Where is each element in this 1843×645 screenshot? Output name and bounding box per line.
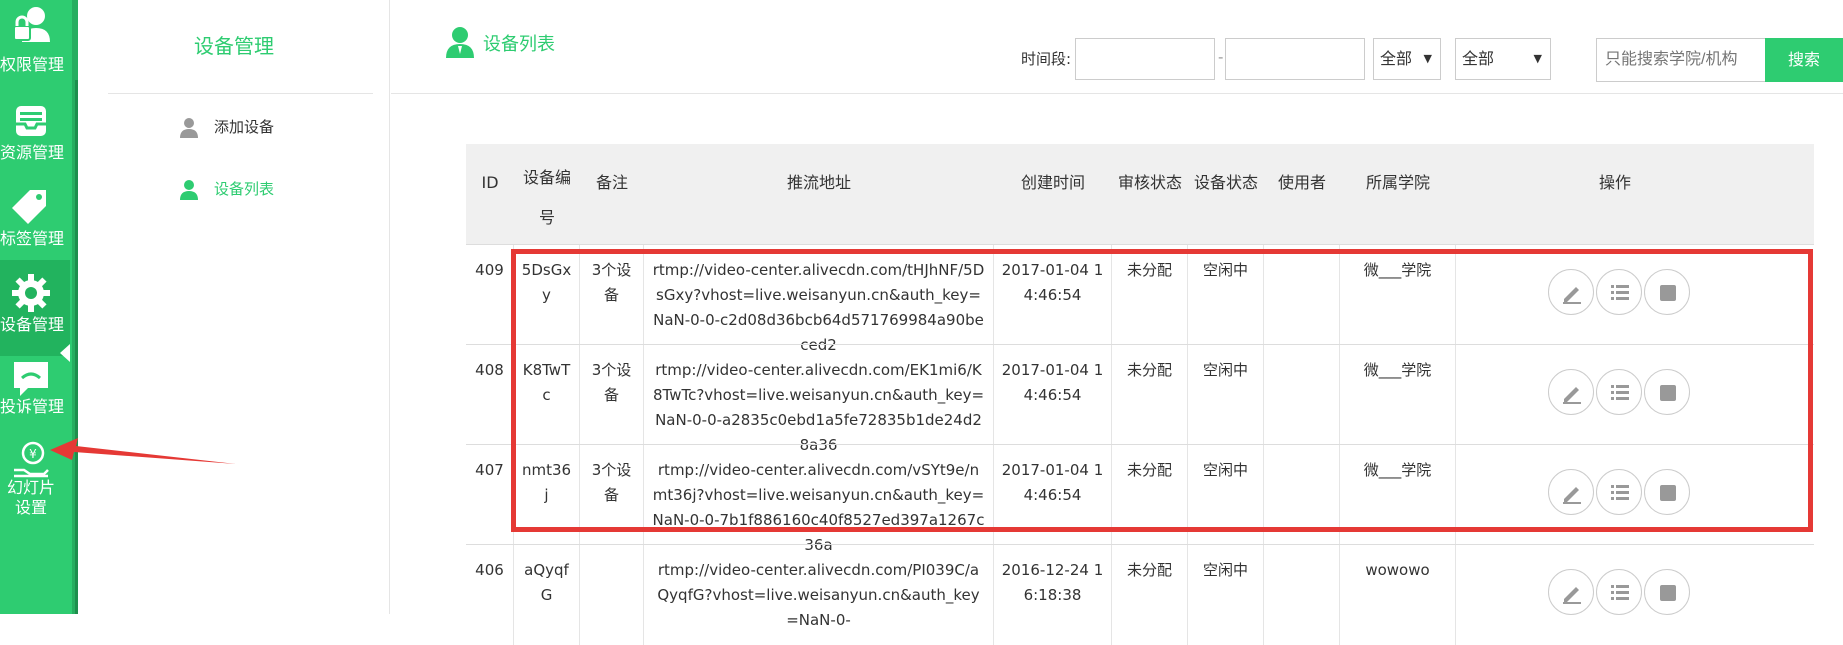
chevron-down-icon: ▼: [1533, 52, 1542, 65]
select-value: 全部: [1462, 49, 1495, 68]
edit-button[interactable]: [1548, 569, 1594, 615]
top-bar: 设备列表 时间段: - 全部 ▼ 全部 ▼ 搜索: [391, 0, 1843, 94]
chat-icon: [14, 362, 48, 396]
col-header-note: 备注: [595, 173, 628, 192]
col-header-actions: 操作: [1598, 173, 1631, 192]
col-header-college: 所属学院: [1365, 173, 1430, 192]
stop-icon: [1660, 585, 1676, 601]
nav-item-devices[interactable]: 设备管理: [0, 260, 70, 356]
user-icon: [446, 27, 474, 58]
cell-note: [580, 545, 644, 645]
select-value: 全部: [1380, 49, 1413, 68]
divider: [108, 93, 373, 94]
audit-status-select[interactable]: 全部 ▼: [1373, 38, 1441, 80]
cell-url: rtmp://video-center.alivecdn.com/PI039C/…: [644, 545, 994, 645]
nav-label: 权限管理: [0, 55, 65, 74]
gear-icon: [12, 274, 50, 312]
list-button[interactable]: [1596, 569, 1642, 615]
annotation-highlight-box: [511, 249, 1813, 532]
cell-audit: 未分配: [1112, 545, 1188, 645]
edit-icon: [1563, 587, 1581, 604]
sub-sidebar: 设备管理 添加设备 设备列表: [78, 0, 390, 614]
page-title-text: 设备列表: [483, 34, 555, 55]
user-lock-icon: [13, 7, 50, 42]
nav-label: 资源管理: [0, 143, 65, 162]
col-header-status: 设备状态: [1193, 173, 1258, 192]
cell-id: 408: [466, 345, 514, 445]
date-to-input[interactable]: [1225, 38, 1365, 80]
stop-button[interactable]: [1644, 569, 1690, 615]
col-header-id: ID: [481, 173, 499, 192]
nav-item-permission[interactable]: 权限管理: [0, 0, 70, 86]
cell-actions: [1456, 545, 1774, 645]
cell-status: 空闲中: [1188, 545, 1264, 645]
search-button[interactable]: 搜索: [1765, 38, 1843, 82]
inbox-icon: [16, 106, 46, 136]
user-icon: [180, 180, 198, 200]
sub-nav-label: 设备列表: [214, 180, 275, 198]
main-sidebar: 权限管理 资源管理 标签管理 设备管理 投诉管理 ¥ 幻灯片设置: [0, 0, 78, 614]
nav-item-complaints[interactable]: 投诉管理: [0, 346, 70, 442]
col-header-code: 设备编号: [522, 168, 571, 227]
cell-id: 409: [466, 245, 514, 345]
nav-label: 投诉管理: [0, 397, 65, 416]
table-header: ID 设备编号 备注 推流地址 创建时间 审核状态 设备状态 使用者 所属学院 …: [466, 144, 1814, 244]
cell-code: aQyqfG: [514, 545, 580, 645]
cell-user: [1264, 545, 1340, 645]
list-icon: [1611, 585, 1629, 600]
col-header-created: 创建时间: [1020, 173, 1085, 192]
cell-created: 2016-12-24 16:18:38: [994, 545, 1112, 645]
yen-hand-icon: ¥: [14, 441, 49, 478]
sub-nav-title: 设备管理: [194, 34, 274, 58]
table-row: 406 aQyqfG rtmp://video-center.alivecdn.…: [466, 544, 1814, 645]
col-header-url: 推流地址: [786, 173, 851, 192]
date-from-input[interactable]: [1075, 38, 1215, 80]
chevron-down-icon: ▼: [1423, 52, 1432, 65]
nav-label: 幻灯片设置: [6, 478, 55, 517]
search-input[interactable]: [1596, 38, 1766, 82]
col-header-audit: 审核状态: [1117, 173, 1182, 192]
cell-id: 407: [466, 445, 514, 545]
nav-item-resource[interactable]: 资源管理: [0, 88, 70, 184]
col-header-user: 使用者: [1277, 173, 1326, 192]
nav-label: 设备管理: [0, 315, 65, 334]
cell-id: 406: [466, 545, 514, 645]
cell-college: wowowo: [1340, 545, 1456, 645]
date-separator: -: [1218, 48, 1224, 66]
tag-icon: [12, 190, 46, 224]
sub-nav-label: 添加设备: [214, 118, 275, 136]
svg-text:¥: ¥: [29, 447, 37, 461]
device-status-select[interactable]: 全部 ▼: [1455, 38, 1551, 80]
time-range-label: 时间段:: [1021, 50, 1072, 68]
nav-label: 标签管理: [0, 229, 65, 248]
nav-item-tags[interactable]: 标签管理: [0, 174, 70, 270]
user-icon: [180, 118, 198, 138]
